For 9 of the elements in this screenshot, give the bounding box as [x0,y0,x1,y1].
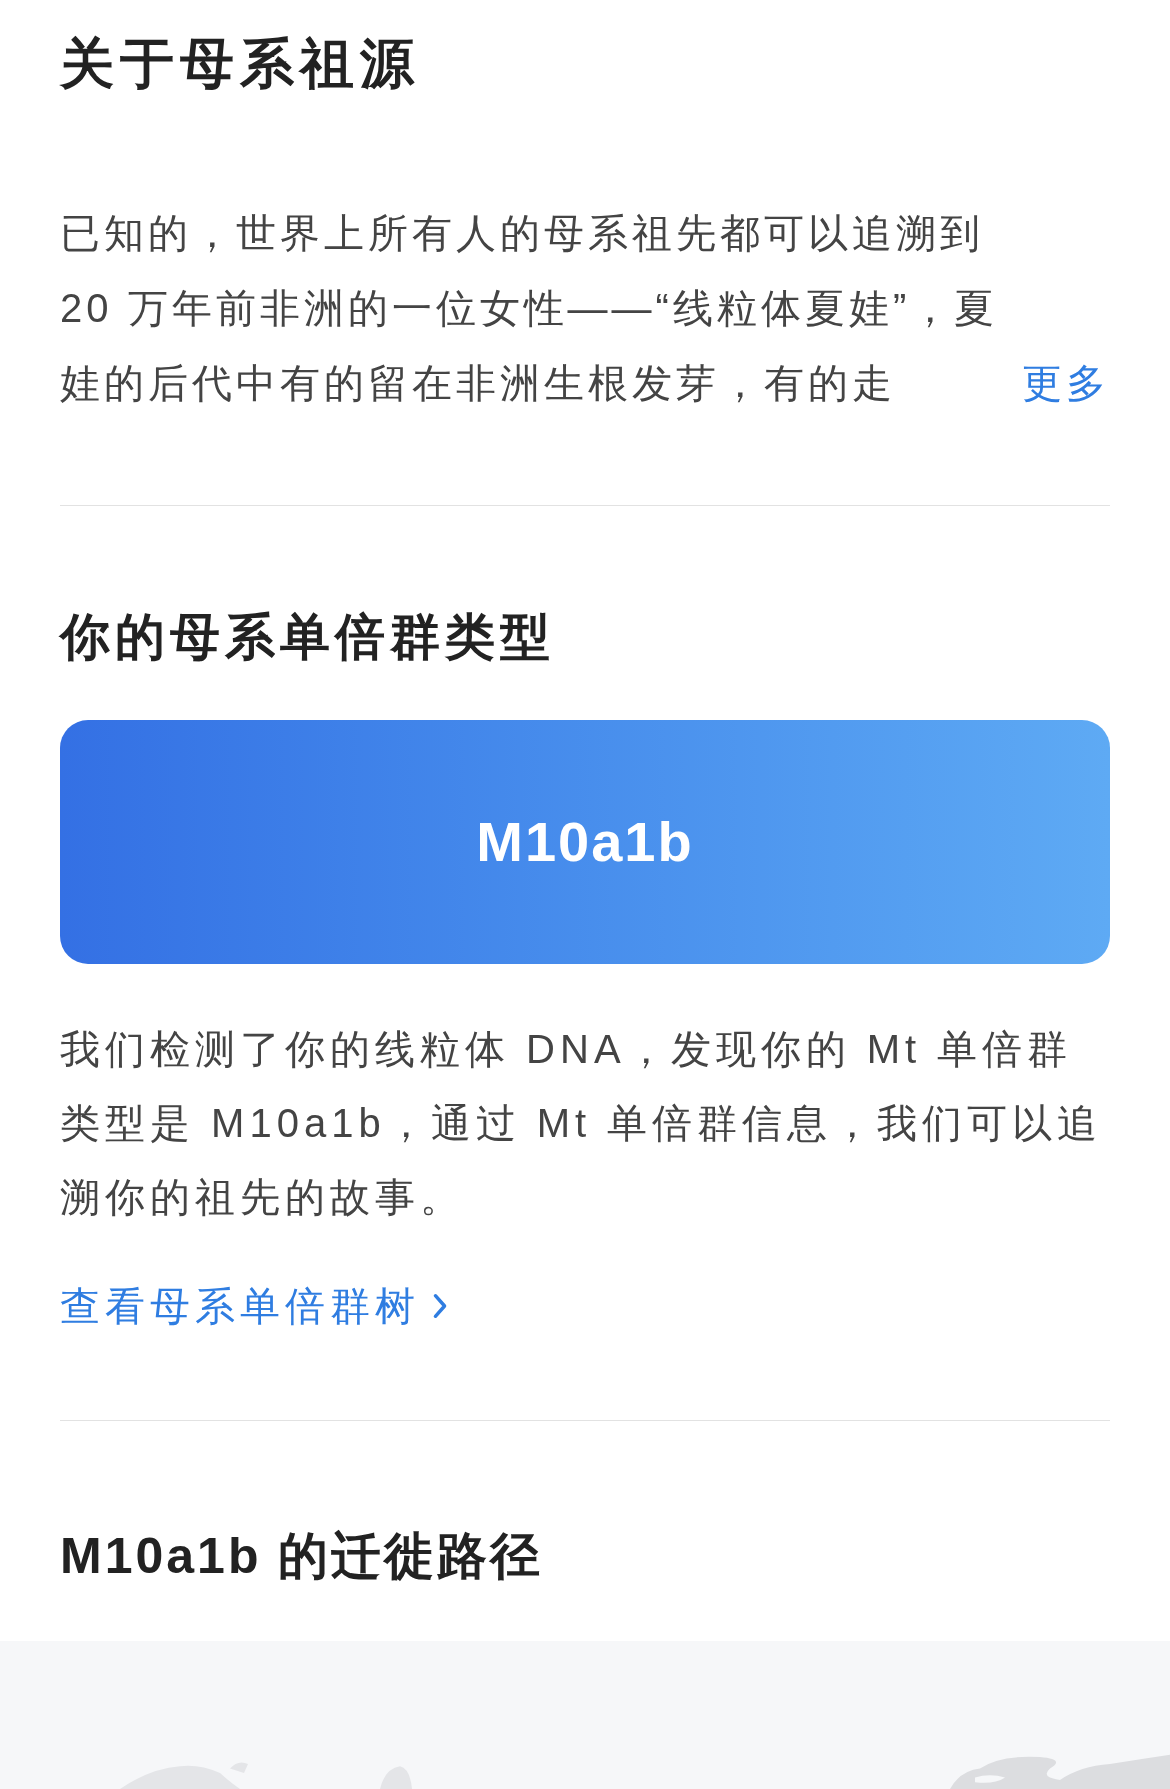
intro-text: 已知的，世界上所有人的母系祖先都可以追溯到 20 万年前非洲的一位女性——“线粒体夏娃”，夏娃的后代中有的留在非洲生根发芽，有的走 [60,211,999,405]
tree-link[interactable]: 查看母系单倍群树 [60,1276,448,1336]
section-title: 你的母系单倍群类型 [60,608,556,667]
chevron-right-icon [432,1292,448,1320]
section-title: M10a1b 的迁徙路径 [60,1527,545,1586]
section-title: 关于母系祖源 [60,32,421,95]
description-text: 我们检测了你的线粒体 DNA，发现你的 Mt 单倍群类型是 M10a1b，通过 Mt 单倍群信息，我们可以追溯你的祖先的故事。 [60,1026,1104,1221]
more-link[interactable]: 更多 [1022,346,1110,421]
haplogroup-card: M10a1b [60,720,1110,964]
